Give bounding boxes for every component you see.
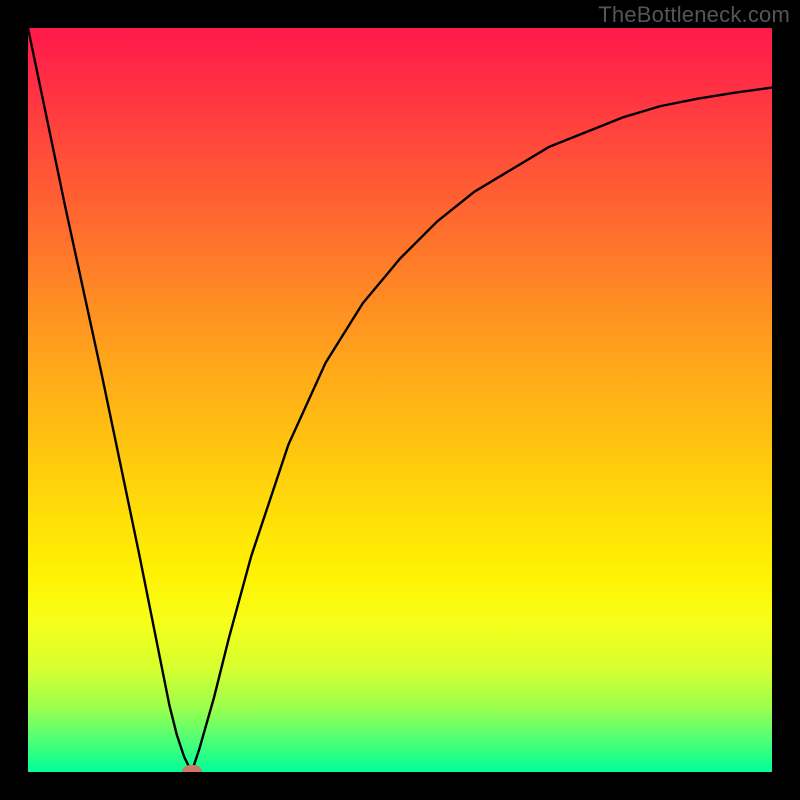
bottleneck-curve (28, 28, 772, 772)
plot-area (28, 28, 772, 772)
watermark-text: TheBottleneck.com (598, 2, 790, 28)
chart-frame: TheBottleneck.com (0, 0, 800, 800)
optimum-marker (182, 765, 202, 772)
